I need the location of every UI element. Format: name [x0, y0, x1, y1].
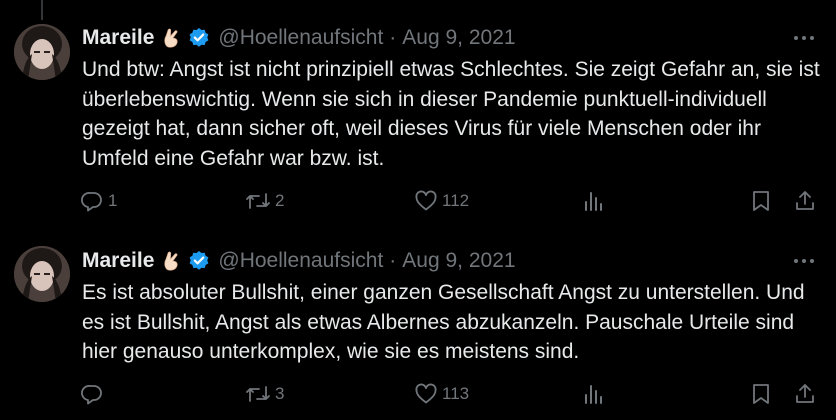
header-separator: ·	[389, 26, 397, 49]
tweet[interactable]: Mareile @Hoellenaufsicht · Aug 9, 2021 E…	[0, 228, 836, 420]
verified-badge-icon	[188, 27, 210, 49]
reply-icon	[81, 192, 102, 212]
retweet-button[interactable]: 2	[245, 186, 284, 216]
retweet-button[interactable]: 3	[245, 379, 284, 409]
like-count: 113	[442, 384, 470, 403]
views-button[interactable]	[583, 186, 605, 216]
like-button[interactable]: 112	[414, 186, 469, 216]
retweet-count: 2	[275, 191, 285, 210]
bookmark-button[interactable]	[750, 379, 772, 409]
share-icon	[796, 191, 814, 210]
reply-count: 1	[108, 191, 118, 210]
like-button[interactable]: 113	[414, 379, 469, 409]
retweet-icon	[246, 193, 270, 209]
retweet-icon	[246, 386, 270, 402]
reply-icon	[81, 385, 102, 405]
retweet-count: 3	[275, 384, 285, 403]
share-button[interactable]	[793, 186, 817, 216]
share-icon	[796, 384, 814, 403]
more-icon[interactable]	[792, 26, 816, 50]
tweet-text: Es ist absoluter Bullshit, einer ganzen …	[82, 281, 805, 363]
tweet-actions: 3 113	[0, 379, 836, 409]
author-name[interactable]: Mareile	[82, 249, 154, 273]
author-handle[interactable]: @Hoellenaufsicht	[218, 26, 383, 50]
like-icon	[415, 190, 437, 211]
avatar[interactable]	[14, 246, 70, 302]
more-icon[interactable]	[792, 249, 816, 273]
tweet-header: Mareile @Hoellenaufsicht · Aug 9, 2021	[82, 24, 516, 52]
views-icon	[585, 192, 602, 211]
author-handle[interactable]: @Hoellenaufsicht	[218, 249, 383, 273]
author-name[interactable]: Mareile	[82, 26, 154, 50]
tweet-date[interactable]: Aug 9, 2021	[402, 249, 515, 273]
avatar[interactable]	[14, 24, 70, 80]
tweet-header: Mareile @Hoellenaufsicht · Aug 9, 2021	[82, 247, 516, 275]
reply-button[interactable]	[80, 379, 108, 409]
bookmark-icon	[753, 191, 769, 211]
pinching-hand-emoji-icon	[162, 27, 182, 49]
share-button[interactable]	[793, 379, 817, 409]
tweet[interactable]: Mareile @Hoellenaufsicht · Aug 9, 2021 U…	[0, 0, 836, 228]
verified-badge-icon	[188, 250, 210, 272]
bookmark-icon	[753, 384, 769, 404]
pinching-hand-emoji-icon	[162, 250, 182, 272]
tweet-text: Und btw: Angst ist nicht prinzipiell etw…	[82, 58, 820, 170]
like-count: 112	[442, 191, 470, 210]
bookmark-button[interactable]	[750, 186, 772, 216]
header-separator: ·	[389, 249, 397, 272]
views-button[interactable]	[583, 379, 605, 409]
reply-button[interactable]: 1	[80, 186, 117, 216]
like-icon	[415, 383, 437, 404]
tweet-actions: 1 2 112	[0, 186, 836, 216]
tweet-date[interactable]: Aug 9, 2021	[402, 26, 515, 50]
views-icon	[585, 385, 602, 404]
